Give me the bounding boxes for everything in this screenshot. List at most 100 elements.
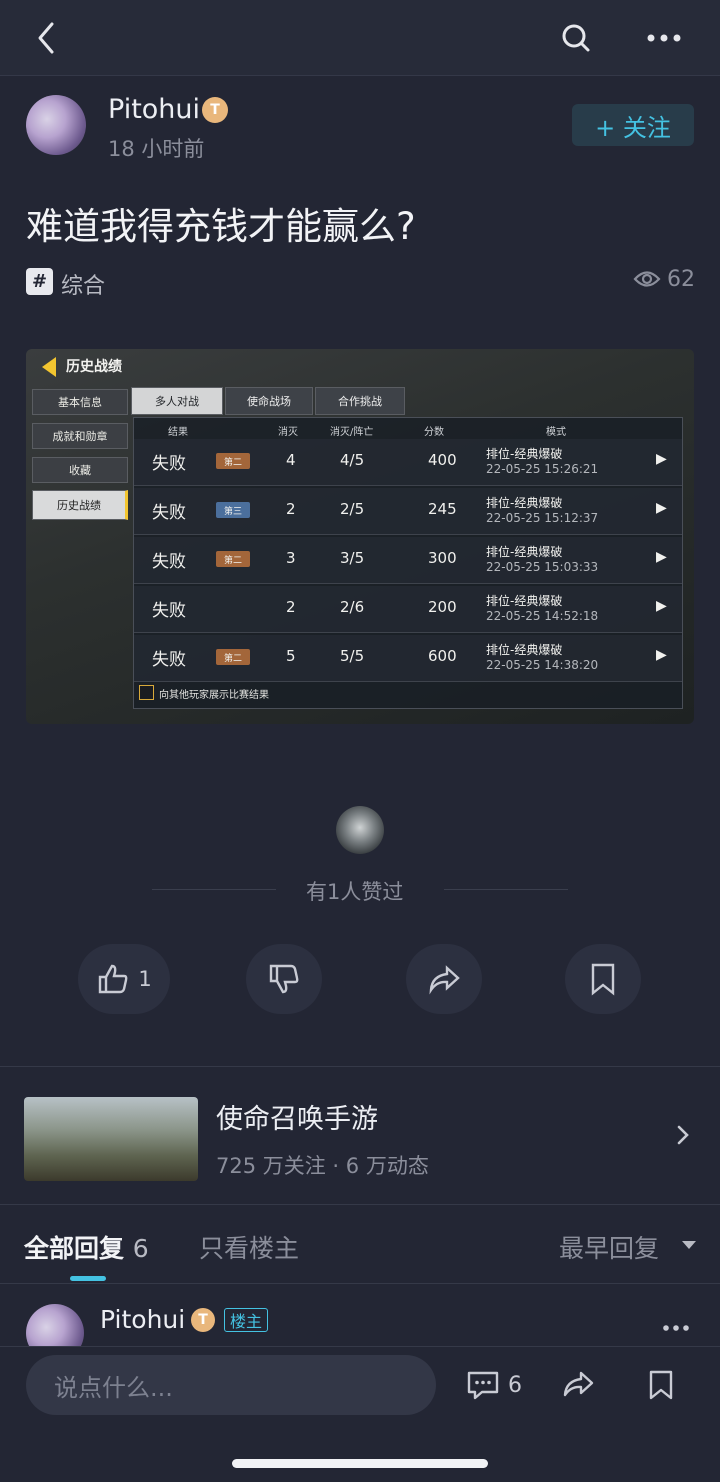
eye-icon	[632, 266, 662, 292]
match-row: 失败 第二 5 5/5 600 排位-经典爆破 22-05-25 14:38:2…	[134, 635, 682, 682]
caret-down-icon[interactable]	[682, 1241, 696, 1249]
column-header: 分数	[424, 427, 444, 438]
section-divider	[0, 1204, 720, 1205]
match-kd: 2/5	[340, 500, 365, 518]
match-kills: 2	[286, 598, 296, 616]
top-bar	[0, 0, 720, 76]
match-result: 失败	[152, 552, 186, 572]
divider	[444, 889, 568, 890]
hashtag-icon: #	[26, 268, 53, 295]
more-dots-icon[interactable]	[640, 16, 688, 60]
post-tag[interactable]: 综合	[61, 268, 105, 300]
likes-summary[interactable]: 有1人赞过	[306, 876, 403, 906]
back-triangle-icon	[42, 357, 56, 377]
side-menu-item: 收藏	[32, 457, 128, 483]
divider	[152, 889, 276, 890]
share-icon	[429, 965, 460, 995]
liker-avatar[interactable]	[336, 806, 384, 854]
bookmark-icon	[591, 963, 615, 996]
home-indicator	[232, 1459, 488, 1468]
side-menu-item: 成就和勋章	[32, 423, 128, 449]
tab-op-only[interactable]: 只看楼主	[199, 1229, 299, 1265]
active-tab-indicator	[70, 1276, 106, 1281]
post-title: 难道我得充钱才能赢么?	[26, 205, 416, 248]
game-name[interactable]: 使命召唤手游	[216, 1097, 378, 1136]
section-divider	[0, 1066, 720, 1067]
rank-badge: 第二	[216, 649, 250, 665]
screenshot-tab: 使命战场	[225, 387, 313, 415]
search-icon[interactable]	[554, 16, 598, 60]
comment-input[interactable]: 说点什么...	[26, 1355, 436, 1415]
follow-button[interactable]: + 关注	[572, 104, 694, 146]
comment-more-icon[interactable]	[660, 1318, 692, 1338]
share-icon[interactable]	[556, 1366, 600, 1404]
comment-count-button[interactable]: 6	[458, 1366, 530, 1404]
screenshot-tab: 多人对战	[131, 387, 223, 415]
rank-badge: 第三	[216, 502, 250, 518]
match-kills: 5	[286, 647, 296, 665]
dislike-button[interactable]	[246, 944, 322, 1014]
match-score: 245	[428, 500, 457, 518]
screenshot-title: 历史战绩	[66, 359, 122, 375]
like-count: 1	[138, 967, 152, 991]
column-header: 结果	[168, 427, 188, 438]
match-kills: 4	[286, 451, 296, 469]
author-avatar[interactable]	[26, 95, 86, 155]
match-row: 失败 第三 2 2/5 245 排位-经典爆破 22-05-25 15:12:3…	[134, 488, 682, 535]
match-kd: 4/5	[340, 451, 365, 469]
share-button[interactable]	[406, 944, 482, 1014]
checkbox-icon	[139, 685, 154, 700]
sort-dropdown[interactable]: 最早回复	[559, 1229, 659, 1265]
tab-all-replies-count: 6	[132, 1234, 149, 1263]
like-button[interactable]: 1	[78, 944, 170, 1014]
column-header: 消灭	[278, 427, 298, 438]
owner-tag: 楼主	[224, 1308, 268, 1332]
match-time: 22-05-25 15:12:37	[486, 511, 599, 525]
tab-all-replies[interactable]: 全部回复 6	[24, 1229, 149, 1265]
bookmark-button[interactable]	[565, 944, 641, 1014]
rank-badge: 第二	[216, 453, 250, 469]
match-time: 22-05-25 14:38:20	[486, 658, 599, 672]
match-kills: 3	[286, 549, 296, 567]
column-header: 消灭/阵亡	[330, 427, 374, 438]
row-arrow-icon: ▶	[656, 647, 667, 663]
row-arrow-icon: ▶	[656, 451, 667, 467]
match-mode: 排位-经典爆破	[486, 545, 563, 559]
match-row: 失败 第二 3 3/5 300 排位-经典爆破 22-05-25 15:03:3…	[134, 537, 682, 584]
commenter-badge: T	[191, 1308, 215, 1332]
match-time: 22-05-25 15:26:21	[486, 462, 599, 476]
match-kd: 3/5	[340, 549, 365, 567]
match-time: 22-05-25 15:03:33	[486, 560, 599, 574]
thumbs-down-icon	[269, 964, 299, 994]
match-mode: 排位-经典爆破	[486, 643, 563, 657]
match-kd: 2/6	[340, 598, 365, 616]
comment-count: 6	[508, 1372, 522, 1398]
section-divider	[0, 1283, 720, 1284]
match-result: 失败	[152, 503, 186, 523]
screenshot-tab: 合作挑战	[315, 387, 405, 415]
row-arrow-icon: ▶	[656, 549, 667, 565]
game-cover-image[interactable]	[24, 1097, 198, 1181]
match-score: 300	[428, 549, 457, 567]
rank-badge: 第二	[216, 551, 250, 567]
bookmark-icon[interactable]	[640, 1366, 682, 1404]
row-arrow-icon: ▶	[656, 598, 667, 614]
back-arrow-icon[interactable]	[26, 16, 66, 60]
match-mode: 排位-经典爆破	[486, 496, 563, 510]
match-score: 200	[428, 598, 457, 616]
tab-all-replies-label: 全部回复	[24, 1234, 125, 1263]
view-count: 62	[667, 267, 695, 292]
author-name[interactable]: Pitohui	[108, 94, 200, 125]
match-score: 400	[428, 451, 457, 469]
match-mode: 排位-经典爆破	[486, 447, 563, 461]
match-kd: 5/5	[340, 647, 365, 665]
commenter-name[interactable]: Pitohui	[100, 1305, 185, 1334]
post-image[interactable]: 历史战绩 基本信息 成就和勋章 收藏 历史战绩 多人对战 使命战场 合作挑战 结…	[26, 349, 694, 724]
post-time: 18 小时前	[108, 137, 205, 161]
thumbs-up-icon	[99, 964, 128, 994]
chevron-right-icon[interactable]	[670, 1120, 696, 1150]
side-menu-item: 基本信息	[32, 389, 128, 415]
row-arrow-icon: ▶	[656, 500, 667, 516]
match-time: 22-05-25 14:52:18	[486, 609, 599, 623]
side-menu-item-active: 历史战绩	[32, 490, 128, 520]
